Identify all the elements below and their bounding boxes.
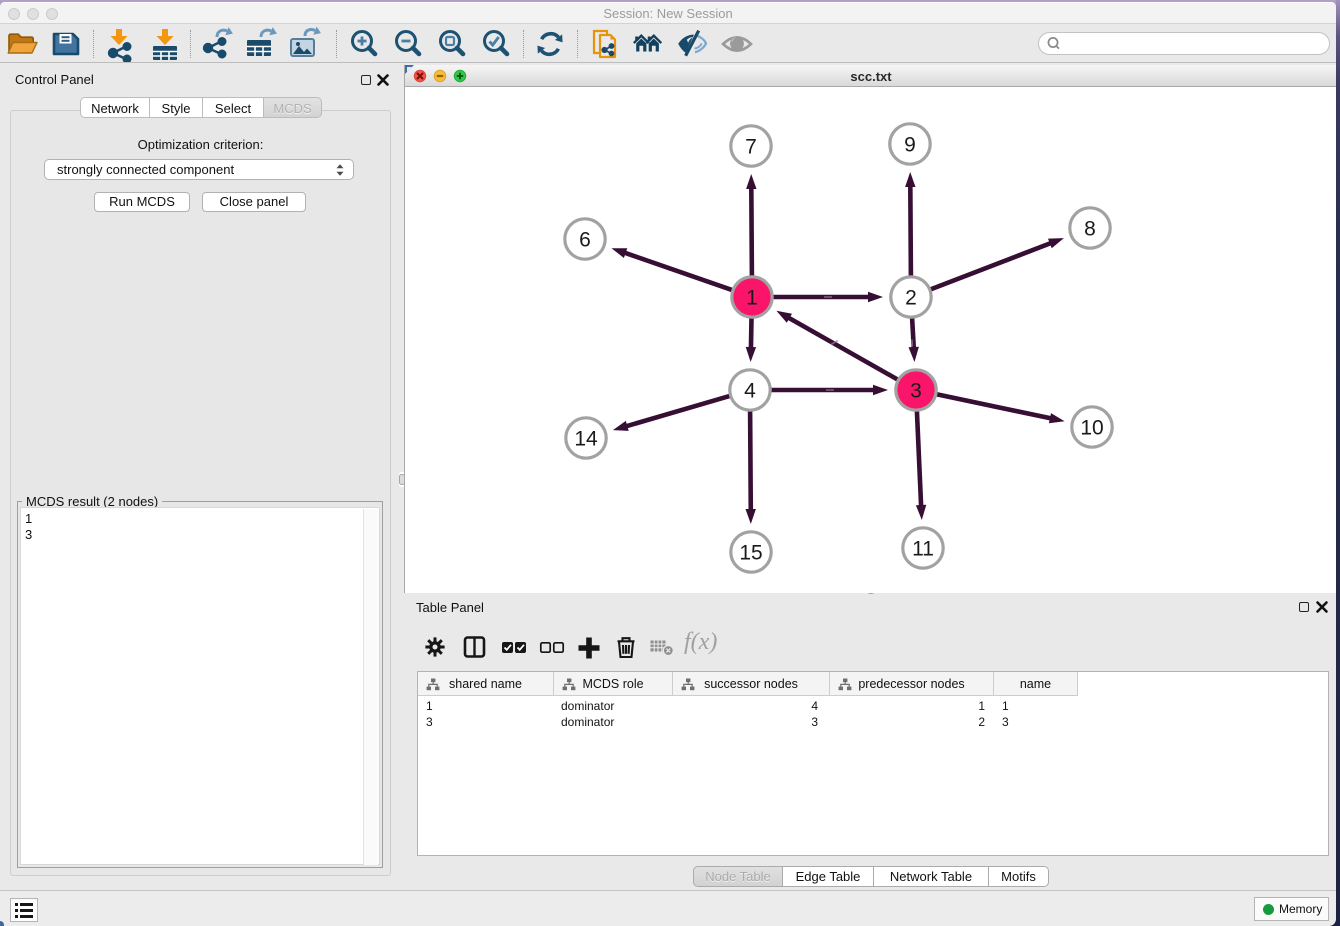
svg-text:14: 14 — [574, 428, 598, 451]
svg-text:7: 7 — [745, 136, 757, 159]
svg-text:1: 1 — [746, 287, 758, 310]
svg-text:9: 9 — [904, 134, 916, 157]
svg-text:4: 4 — [744, 380, 756, 403]
svg-text:10: 10 — [1080, 417, 1103, 440]
svg-text:11: 11 — [912, 538, 934, 561]
svg-text:3: 3 — [910, 380, 922, 403]
svg-text:2: 2 — [905, 287, 917, 310]
svg-text:6: 6 — [579, 229, 591, 252]
svg-text:15: 15 — [739, 542, 762, 565]
svg-text:8: 8 — [1084, 218, 1096, 241]
